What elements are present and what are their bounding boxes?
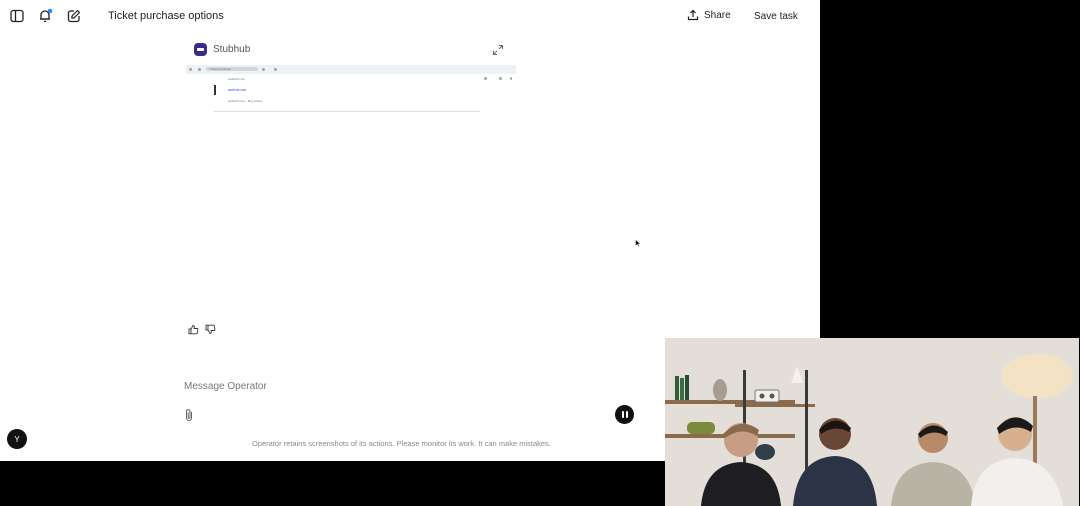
stubhub-logo [194, 43, 207, 56]
page-title: Ticket purchase options [108, 10, 224, 22]
mini-address-text: stubhub.com [228, 77, 246, 81]
thumbs-up-icon[interactable] [187, 323, 199, 335]
mini-suggestion-3: stubhub.com - Buy tickets [228, 99, 263, 103]
upload-icon [687, 9, 699, 21]
thumbs-down-icon[interactable] [204, 323, 216, 335]
presenters-video-frame [665, 338, 1079, 506]
pause-icon [621, 411, 624, 418]
site-name: Stubhub [213, 44, 251, 55]
compose-icon[interactable] [67, 9, 81, 23]
action-card-header: Stubhub [194, 43, 250, 56]
mini-tab-text: Ticket purchase [210, 67, 232, 71]
avatar[interactable]: Y [7, 429, 27, 449]
sidebar-toggle-icon[interactable] [10, 9, 24, 23]
paperclip-icon[interactable] [183, 408, 195, 422]
save-task-button[interactable]: Save task [754, 11, 798, 22]
footer-disclaimer: Operator retains screenshots of its acti… [252, 439, 551, 448]
browser-screenshot-thumbnail[interactable]: Ticket purchase stubhub.com stubhub.com … [186, 63, 516, 113]
share-label: Share [704, 9, 731, 21]
mini-selection-marker [214, 85, 216, 95]
share-button[interactable]: Share [687, 9, 731, 21]
webcam-video-overlay [665, 338, 1079, 506]
mouse-cursor-icon [635, 239, 641, 247]
bell-icon[interactable] [38, 8, 53, 23]
expand-icon[interactable] [492, 44, 504, 56]
mini-address-dropdown [214, 75, 480, 112]
pause-button[interactable] [615, 405, 634, 424]
mini-suggestion-1: stubhub.com [228, 88, 247, 92]
notification-dot [47, 8, 53, 14]
message-input[interactable]: Message Operator [184, 381, 267, 392]
